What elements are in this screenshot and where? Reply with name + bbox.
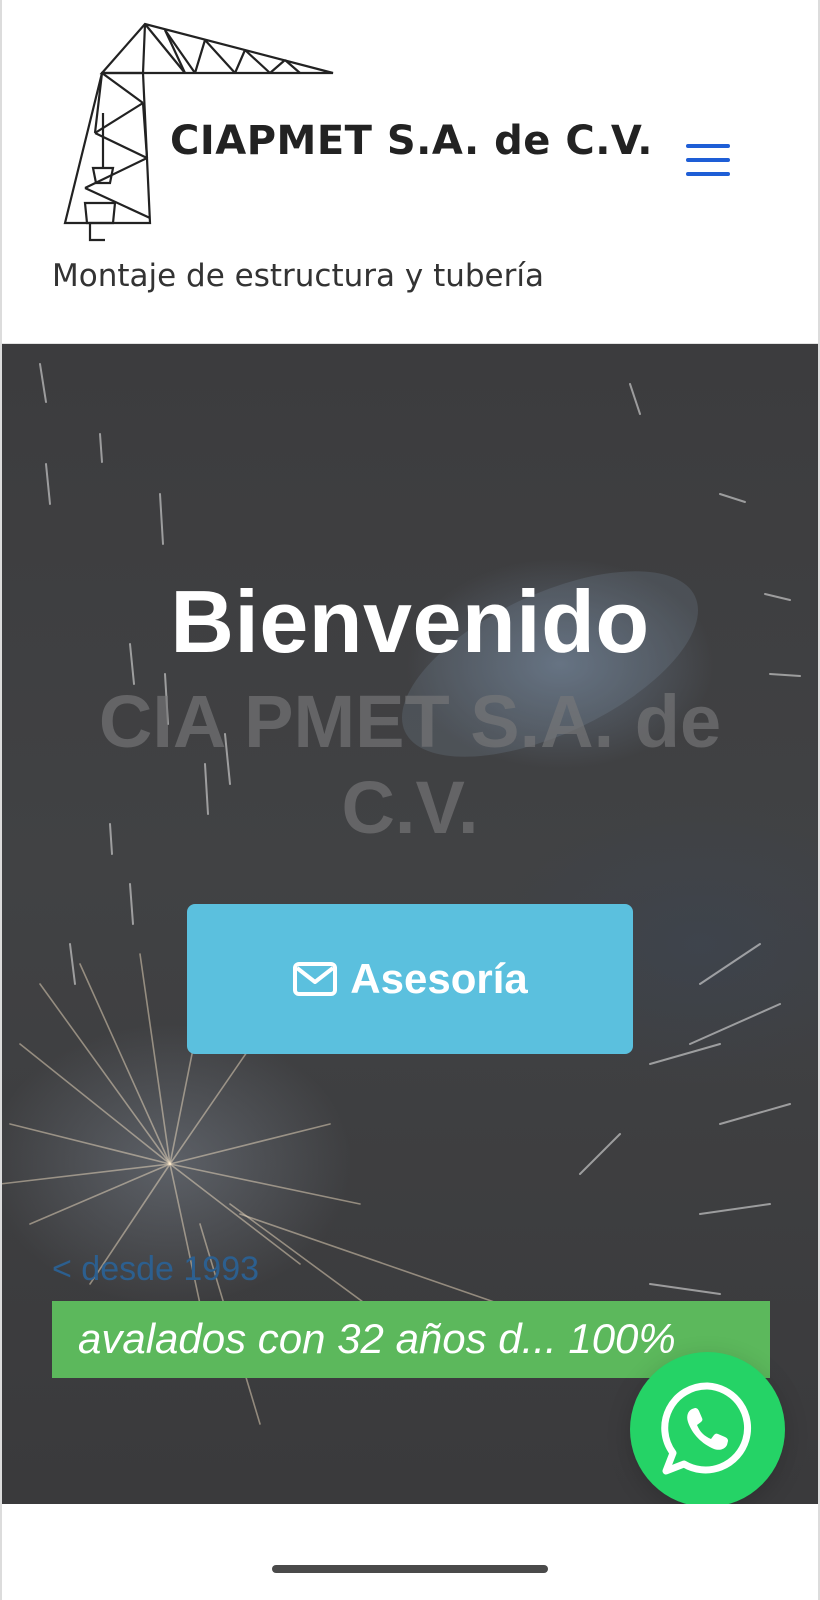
hero-section: Bienvenido CIA PMET S.A. de C.V. Asesorí… [0,344,820,1504]
whatsapp-icon [661,1382,752,1475]
site-tagline: Montaje de estructura y tubería [52,258,544,294]
asesoria-button-label: Asesoría [350,955,528,1002]
progress-text: avalados con 32 años d... 100% [78,1315,676,1362]
hero-subtitle: CIA PMET S.A. de C.V. [98,680,722,849]
logo-text: CIAPMET S.A. de C.V. [170,118,653,164]
site-logo[interactable]: CIAPMET S.A. de C.V. [55,18,652,250]
since-1993-link[interactable]: < desde 1993 [52,1250,259,1289]
home-indicator [272,1565,548,1573]
whatsapp-button[interactable] [630,1352,785,1507]
hamburger-menu-icon[interactable] [682,144,732,184]
asesoria-button[interactable]: Asesoría [187,904,633,1054]
bottom-bar [0,1504,820,1600]
envelope-icon [293,962,338,996]
hero-title: Bienvenido [170,571,650,671]
site-header: CIAPMET S.A. de C.V. Montaje de estructu… [0,0,820,344]
